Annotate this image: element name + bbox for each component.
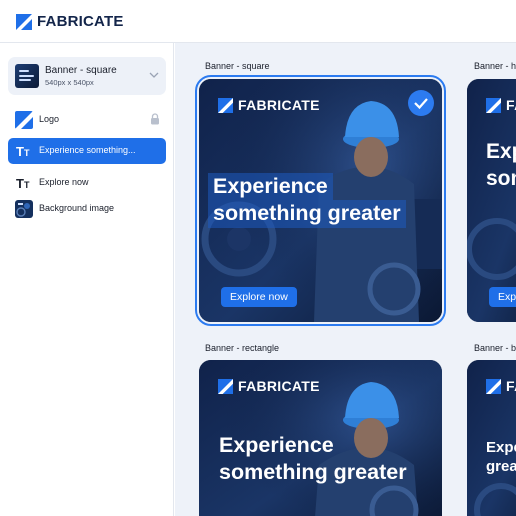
banner-caption: Banner - square xyxy=(205,61,270,71)
banner-caption: Banner - b xyxy=(474,343,516,353)
template-size: 540px x 540px xyxy=(45,78,94,87)
banner-headline: Expe grea xyxy=(486,438,516,476)
headline-line-2: something greater xyxy=(219,460,407,485)
layers-sidebar: Banner - square 540px x 540px Logo T T E… xyxy=(0,43,174,516)
layer-headline[interactable]: T T Experience something... xyxy=(8,138,166,164)
layer-label: Explore now xyxy=(39,177,89,187)
chevron-down-icon xyxy=(149,72,159,78)
layer-background-image[interactable]: Background image xyxy=(8,196,166,222)
layer-logo[interactable]: Logo xyxy=(8,107,166,133)
fabricate-logo-icon xyxy=(486,378,501,394)
banner-b[interactable]: FA Expe grea xyxy=(467,360,516,516)
template-dropdown[interactable]: Banner - square 540px x 540px xyxy=(8,57,166,95)
banner-cta-button[interactable]: Explore now xyxy=(221,287,297,307)
banner-logo: FA xyxy=(486,97,516,113)
brand-name: FABRICATE xyxy=(37,13,124,30)
banner-brand: FA xyxy=(506,378,516,394)
banner-logo: FA xyxy=(486,378,516,394)
banner-headline: Exp som xyxy=(486,139,516,192)
layer-cta[interactable]: T T Explore now xyxy=(8,170,166,196)
svg-text:T: T xyxy=(24,180,30,190)
canvas-area: Banner - square FABRICATE Experience som… xyxy=(175,43,516,516)
headline-line-1: Expe xyxy=(486,439,516,456)
template-name: Banner - square xyxy=(45,65,117,76)
background-photo xyxy=(467,79,516,322)
banner-logo: FABRICATE xyxy=(218,97,320,113)
image-thumbnail-icon xyxy=(15,200,33,218)
banner-cta-button[interactable]: Exp xyxy=(489,287,516,307)
svg-text:T: T xyxy=(16,176,24,191)
banner-logo: FABRICATE xyxy=(218,378,320,394)
banner-rectangle[interactable]: FABRICATE Experience something greater xyxy=(199,360,442,516)
headline-line-2: something greater xyxy=(208,200,406,228)
fabricate-logo-icon xyxy=(218,378,233,394)
fabricate-logo-icon xyxy=(218,97,233,113)
banner-brand: FABRICATE xyxy=(238,378,320,394)
layer-label: Experience something... xyxy=(39,145,136,155)
headline-line-1: Exp xyxy=(486,140,516,163)
text-icon: T T xyxy=(16,144,30,159)
text-icon: T T xyxy=(16,176,30,191)
banner-brand: FA xyxy=(506,97,516,113)
banner-caption: Banner - rectangle xyxy=(205,343,280,353)
svg-text:T: T xyxy=(24,148,30,158)
headline-line-1: Experience xyxy=(208,173,333,201)
svg-text:T: T xyxy=(16,144,24,159)
selected-check-icon xyxy=(408,90,434,116)
banner-headline: Experience something greater xyxy=(219,432,407,487)
top-bar: FABRICATE xyxy=(0,0,516,43)
headline-line-2: grea xyxy=(486,458,516,476)
fabricate-logo-icon xyxy=(16,13,32,30)
logo-icon xyxy=(15,111,33,129)
layer-label: Logo xyxy=(39,114,60,124)
banner-headline[interactable]: Experience something greater xyxy=(208,173,406,228)
banner-brand: FABRICATE xyxy=(238,97,320,113)
fabricate-logo-icon xyxy=(486,97,501,113)
banner-square[interactable]: FABRICATE Experience something greater E… xyxy=(195,75,446,326)
lock-icon[interactable] xyxy=(150,113,160,125)
template-thumbnail xyxy=(15,64,39,88)
brand-logo[interactable]: FABRICATE xyxy=(16,13,124,30)
banner-horizontal[interactable]: FA Exp som Exp xyxy=(467,79,516,322)
banner-caption: Banner - h xyxy=(474,61,516,71)
layer-label: Background image xyxy=(39,203,115,213)
headline-line-1: Experience xyxy=(219,433,334,457)
headline-line-2: som xyxy=(486,166,516,190)
